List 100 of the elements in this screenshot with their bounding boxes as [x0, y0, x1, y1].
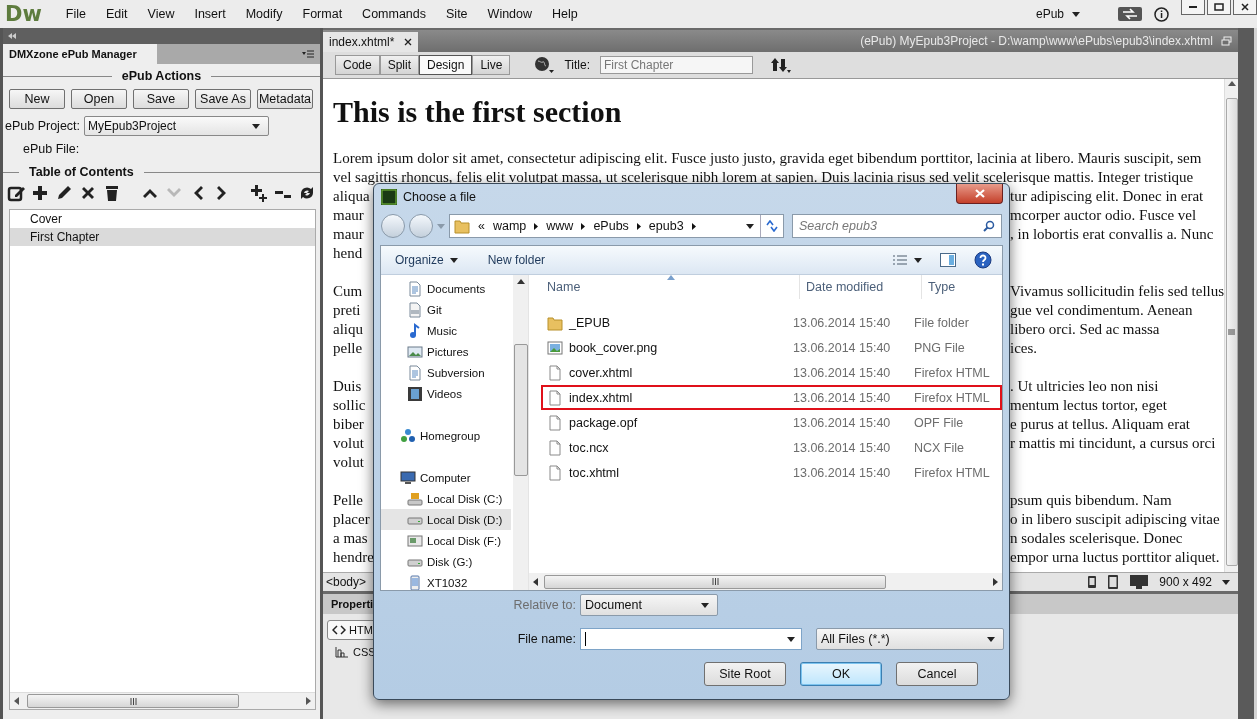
- toc-item[interactable]: First Chapter: [10, 228, 315, 246]
- scroll-up-icon[interactable]: [1227, 81, 1236, 86]
- menu-item[interactable]: Edit: [96, 7, 138, 21]
- maximize-button[interactable]: [1207, 0, 1231, 15]
- chevron-right-icon[interactable]: [691, 222, 696, 230]
- menu-item[interactable]: Window: [477, 7, 543, 21]
- help-icon[interactable]: [974, 251, 992, 269]
- sync-icon[interactable]: [1118, 7, 1142, 21]
- view-tab[interactable]: Design: [419, 55, 473, 75]
- css-icon[interactable]: [335, 646, 349, 658]
- nav-item[interactable]: Music: [381, 320, 511, 341]
- trash-icon[interactable]: [103, 184, 121, 202]
- breadcrumb-item[interactable]: ePubs: [593, 219, 629, 233]
- nav-item[interactable]: Videos: [381, 383, 511, 404]
- column-header[interactable]: Type: [921, 275, 956, 299]
- chevron-right-icon[interactable]: [636, 222, 641, 230]
- nav-item[interactable]: Git: [381, 299, 511, 320]
- scroll-up-icon[interactable]: [516, 279, 525, 284]
- organize-menu[interactable]: Organize: [395, 253, 458, 267]
- scroll-left-icon[interactable]: [14, 697, 19, 705]
- menu-item[interactable]: Modify: [235, 7, 293, 21]
- file-row[interactable]: cover.xhtml 13.06.2014 15:40 Firefox HTML: [541, 360, 1002, 385]
- refresh-icon[interactable]: [298, 184, 316, 202]
- toc-item[interactable]: Cover: [10, 210, 315, 228]
- file-row[interactable]: toc.xhtml 13.06.2014 15:40 Firefox HTML: [541, 460, 1002, 485]
- title-field[interactable]: First Chapter: [599, 56, 753, 74]
- file-row[interactable]: package.opf 13.06.2014 15:40 OPF File: [541, 410, 1002, 435]
- menu-item[interactable]: File: [55, 7, 96, 21]
- view-tab[interactable]: Split: [379, 55, 420, 75]
- horizontal-scrollbar[interactable]: [529, 573, 1002, 590]
- close-button[interactable]: [1233, 0, 1257, 15]
- close-icon[interactable]: [404, 38, 413, 46]
- file-row[interactable]: index.xhtml 13.06.2014 15:40 Firefox HTML: [541, 385, 1002, 410]
- new-item-icon[interactable]: [7, 184, 25, 202]
- vertical-scrollbar[interactable]: [513, 275, 528, 590]
- monitor-icon[interactable]: [1129, 574, 1150, 590]
- chevron-right-icon[interactable]: [581, 222, 586, 230]
- menu-item[interactable]: Format: [292, 7, 353, 21]
- column-header[interactable]: Date modified: [799, 275, 921, 299]
- action-button[interactable]: Save: [133, 89, 189, 109]
- project-select[interactable]: MyEpub3Project: [84, 116, 270, 136]
- nav-item[interactable]: Homegroup: [381, 425, 511, 446]
- phone-icon[interactable]: [1087, 575, 1098, 589]
- breadcrumb-item[interactable]: epub3: [648, 219, 684, 233]
- action-button[interactable]: Save As: [195, 89, 251, 109]
- action-button[interactable]: Open: [71, 89, 127, 109]
- nav-item[interactable]: Documents: [381, 278, 511, 299]
- nav-item[interactable]: XT1032: [381, 572, 511, 590]
- view-tab[interactable]: Live: [472, 55, 511, 75]
- plus-plus-icon[interactable]: [250, 184, 268, 202]
- pencil-icon[interactable]: [55, 184, 73, 202]
- window-size[interactable]: 900 x 492: [1159, 575, 1212, 589]
- dialog-button[interactable]: OK: [800, 662, 882, 686]
- file-row[interactable]: toc.ncx 13.06.2014 15:40 NCX File: [541, 435, 1002, 460]
- nav-item[interactable]: Computer: [381, 467, 511, 488]
- close-button[interactable]: [956, 184, 1003, 204]
- document-tab[interactable]: index.xhtml*: [323, 32, 419, 52]
- nav-item[interactable]: Local Disk (C:): [381, 488, 511, 509]
- address-bar[interactable]: « wamp www ePubs epub3: [449, 214, 784, 238]
- vertical-scrollbar[interactable]: [1224, 79, 1238, 572]
- info-icon[interactable]: [1154, 6, 1169, 22]
- breadcrumb-item[interactable]: wamp: [492, 219, 527, 233]
- dialog-button[interactable]: Cancel: [896, 662, 978, 686]
- nav-item[interactable]: Local Disk (D:): [381, 509, 511, 530]
- breadcrumb-item[interactable]: www: [546, 219, 574, 233]
- scroll-left-icon[interactable]: [533, 577, 538, 586]
- tablet-icon[interactable]: [1107, 574, 1120, 590]
- dialog-button[interactable]: Site Root: [704, 662, 786, 686]
- collapse-icon[interactable]: [8, 33, 16, 39]
- horizontal-scrollbar[interactable]: [10, 692, 315, 709]
- menu-item[interactable]: Insert: [184, 7, 236, 21]
- menu-item[interactable]: View: [137, 7, 185, 21]
- sort-icon[interactable]: [770, 56, 791, 74]
- nav-item[interactable]: Subversion: [381, 362, 511, 383]
- file-type-select[interactable]: All Files (*.*): [816, 628, 1004, 650]
- action-button[interactable]: New: [9, 89, 65, 109]
- plus-icon[interactable]: [31, 184, 49, 202]
- search-field[interactable]: Search epub3: [792, 214, 1002, 238]
- view-tab[interactable]: Code: [335, 55, 380, 75]
- breadcrumb-overflow[interactable]: «: [478, 219, 485, 233]
- file-row[interactable]: book_cover.png 13.06.2014 15:40 PNG File: [541, 335, 1002, 360]
- nav-item[interactable]: Pictures: [381, 341, 511, 362]
- globe-icon[interactable]: [534, 56, 555, 74]
- column-header[interactable]: Name: [529, 280, 799, 294]
- workspace-switcher[interactable]: ePub: [1027, 7, 1088, 21]
- tag-selector[interactable]: <body>: [326, 575, 367, 589]
- minimize-button[interactable]: [1181, 0, 1205, 15]
- menu-item[interactable]: Site: [436, 7, 478, 21]
- nav-item[interactable]: Local Disk (F:): [381, 530, 511, 551]
- action-button[interactable]: Metadata: [257, 89, 313, 109]
- panel-menu-icon[interactable]: [302, 50, 314, 58]
- restore-icon[interactable]: [1221, 36, 1232, 46]
- relative-select[interactable]: Document: [580, 594, 718, 616]
- file-row[interactable]: _EPUB 13.06.2014 15:40 File folder: [541, 310, 1002, 335]
- menu-item[interactable]: Commands: [352, 7, 437, 21]
- scroll-right-icon[interactable]: [993, 577, 998, 586]
- nav-item[interactable]: Disk (G:): [381, 551, 511, 572]
- chevron-right-icon[interactable]: [534, 222, 539, 230]
- new-folder-button[interactable]: New folder: [487, 253, 546, 267]
- file-name-field[interactable]: [580, 628, 802, 650]
